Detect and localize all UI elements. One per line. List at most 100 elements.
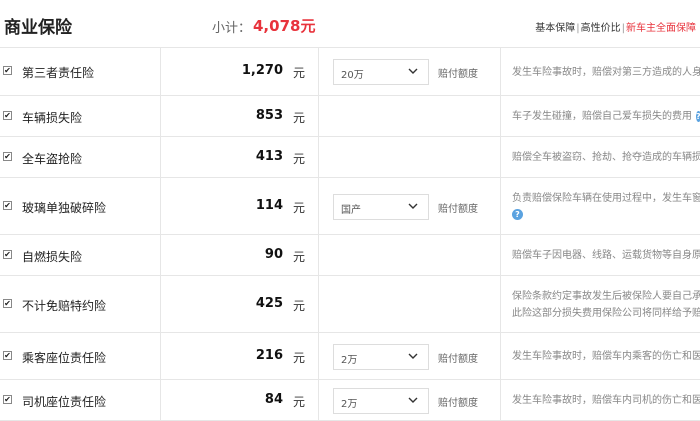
checkmark-icon[interactable]: ✔ [3, 200, 12, 210]
column-divider [500, 137, 501, 177]
checkmark-icon[interactable]: ✔ [3, 350, 12, 360]
column-divider [160, 48, 161, 95]
insurance-desc: 车子发生碰撞，赔偿自己爱车损失的费用? [512, 108, 700, 125]
price-unit: 元 [293, 66, 306, 80]
price-unit: 元 [293, 249, 306, 264]
insurance-price: 1,270 [241, 63, 283, 78]
insurance-desc: 发生车险事故时，赔偿对第三方造成的人身及 [512, 64, 700, 81]
insurance-name: 第三者责任险 [22, 66, 95, 80]
insurance-desc: 负责赔偿保险车辆在使用过程中，发生车窗、? [512, 190, 700, 224]
price-unit: 元 [293, 394, 306, 409]
coverage-select[interactable]: 2万 [333, 387, 429, 414]
insurance-desc-line: 赔偿全车被盗窃、抢劫、抢夺造成的车辆损失 [512, 152, 700, 163]
chevron-down-icon [408, 397, 418, 403]
help-icon[interactable]: ? [512, 209, 523, 220]
insurance-name: 全车盗抢险 [22, 151, 83, 166]
tab-separator: | [621, 23, 625, 34]
column-divider [318, 178, 319, 234]
insurance-desc: 发生车险事故时，赔偿车内乘客的伤亡和医疗 [512, 348, 700, 365]
checkmark-icon[interactable]: ✔ [3, 66, 12, 75]
insurance-desc-line: 保险条款约定事故发生后被保险人要自己承担 [512, 290, 700, 302]
column-divider [318, 96, 319, 136]
insurance-name: 不计免赔特约险 [22, 298, 107, 313]
subtotal-label: 小计： [212, 21, 252, 36]
plan-tabs: 基本保障|高性价比|新车主全面保障 [535, 19, 696, 34]
insurance-row: ✔ 自燃损失险 90 元 赔偿车子因电器、线路、运载货物等自身原因 [0, 235, 700, 276]
insurance-name: 车辆损失险 [22, 110, 83, 125]
coverage-select[interactable]: 2万 [333, 343, 429, 370]
insurance-desc-line: 发生车险事故时，赔偿对第三方造成的人身及 [512, 66, 700, 78]
column-divider [160, 380, 161, 420]
coverage-select-value: 20万 [341, 70, 364, 81]
column-divider [160, 178, 161, 234]
column-divider [318, 137, 319, 177]
column-divider [500, 276, 501, 332]
insurance-desc-line: 此险这部分损失费用保险公司将同样给予赔偿 [512, 307, 700, 319]
insurance-price: 84 [264, 391, 283, 407]
price-unit: 元 [293, 298, 306, 313]
checkmark-icon[interactable]: ✔ [3, 298, 12, 308]
insurance-price: 425 [255, 295, 283, 311]
insurance-name: 玻璃单独破碎险 [22, 200, 107, 215]
checkmark-icon[interactable]: ✔ [3, 110, 12, 120]
price-unit: 元 [293, 151, 306, 166]
insurance-desc-line: 赔偿车子因电器、线路、运载货物等自身原因 [512, 250, 700, 261]
checkmark-icon[interactable]: ✔ [3, 249, 12, 259]
insurance-row: ✔ 不计免赔特约险 425 元 保险条款约定事故发生后被保险人要自己承担 此险这部分损失费… [0, 276, 700, 333]
insurance-desc-line: 发生车险事故时，赔偿车内乘客的伤亡和医疗 [512, 351, 700, 362]
insurance-desc: 发生车险事故时，赔偿车内司机的伤亡和医疗 [512, 392, 700, 409]
price-unit: 元 [293, 350, 306, 365]
insurance-desc-line: 发生车险事故时，赔偿车内司机的伤亡和医疗 [512, 395, 700, 406]
coverage-label: 赔付额度 [438, 203, 478, 215]
page-title: 商业保险 [4, 18, 72, 38]
insurance-name: 乘客座位责任险 [22, 350, 107, 365]
column-divider [500, 178, 501, 234]
tab-basic[interactable]: 基本保障 [535, 23, 575, 34]
tab-separator: | [576, 23, 580, 34]
insurance-price: 216 [255, 347, 283, 363]
coverage-select[interactable]: 国产 [333, 193, 429, 220]
insurance-price: 853 [255, 107, 283, 123]
insurance-row: ✔ 第三者责任险 1,270 元 20万 赔付额度 发生车险事故时，赔偿对第三方造成的人… [0, 48, 700, 96]
column-divider [500, 48, 501, 95]
insurance-name: 自燃损失险 [22, 249, 83, 264]
section-header: 商业保险 小计： 4,078元 基本保障|高性价比|新车主全面保障 [0, 0, 700, 48]
column-divider [500, 96, 501, 136]
column-divider [500, 380, 501, 420]
column-divider [500, 333, 501, 379]
coverage-label: 赔付额度 [438, 397, 478, 409]
insurance-row: ✔ 乘客座位责任险 216 元 2万 赔付额度 发生车险事故时，赔偿车内乘客的伤亡和医疗 [0, 333, 700, 380]
chevron-down-icon [408, 68, 418, 74]
tab-full[interactable]: 新车主全面保障 [626, 23, 696, 34]
help-icon[interactable]: ? [696, 111, 700, 122]
column-divider [318, 48, 319, 95]
insurance-row: ✔ 全车盗抢险 413 元 赔偿全车被盗窃、抢劫、抢夺造成的车辆损失 [0, 137, 700, 178]
insurance-price: 114 [255, 197, 283, 213]
insurance-price: 413 [255, 148, 283, 164]
column-divider [318, 235, 319, 275]
checkmark-icon[interactable]: ✔ [3, 151, 12, 161]
column-divider [160, 235, 161, 275]
chevron-down-icon [408, 203, 418, 209]
coverage-label: 赔付额度 [438, 353, 478, 365]
column-divider [318, 276, 319, 332]
coverage-select[interactable]: 20万 [333, 59, 429, 85]
price-unit: 元 [293, 200, 306, 215]
column-divider [160, 137, 161, 177]
column-divider [318, 333, 319, 379]
coverage-select-value: 2万 [341, 354, 358, 366]
insurance-name: 司机座位责任险 [22, 394, 107, 409]
checkmark-icon[interactable]: ✔ [3, 394, 12, 404]
insurance-row: ✔ 车辆损失险 853 元 车子发生碰撞，赔偿自己爱车损失的费用? [0, 96, 700, 137]
coverage-select-value: 2万 [341, 398, 358, 410]
subtotal-value: 4,078元 [253, 17, 316, 35]
column-divider [160, 96, 161, 136]
insurance-row: ✔ 司机座位责任险 84 元 2万 赔付额度 发生车险事故时，赔偿车内司机的伤亡和医疗 [0, 380, 700, 421]
column-divider [318, 380, 319, 420]
coverage-select-value: 国产 [341, 204, 361, 216]
insurance-desc: 赔偿车子因电器、线路、运载货物等自身原因 [512, 247, 700, 264]
column-divider [500, 235, 501, 275]
insurance-desc-line: 车子发生碰撞，赔偿自己爱车损失的费用 [512, 111, 692, 122]
tab-value[interactable]: 高性价比 [581, 23, 621, 34]
column-divider [160, 276, 161, 332]
